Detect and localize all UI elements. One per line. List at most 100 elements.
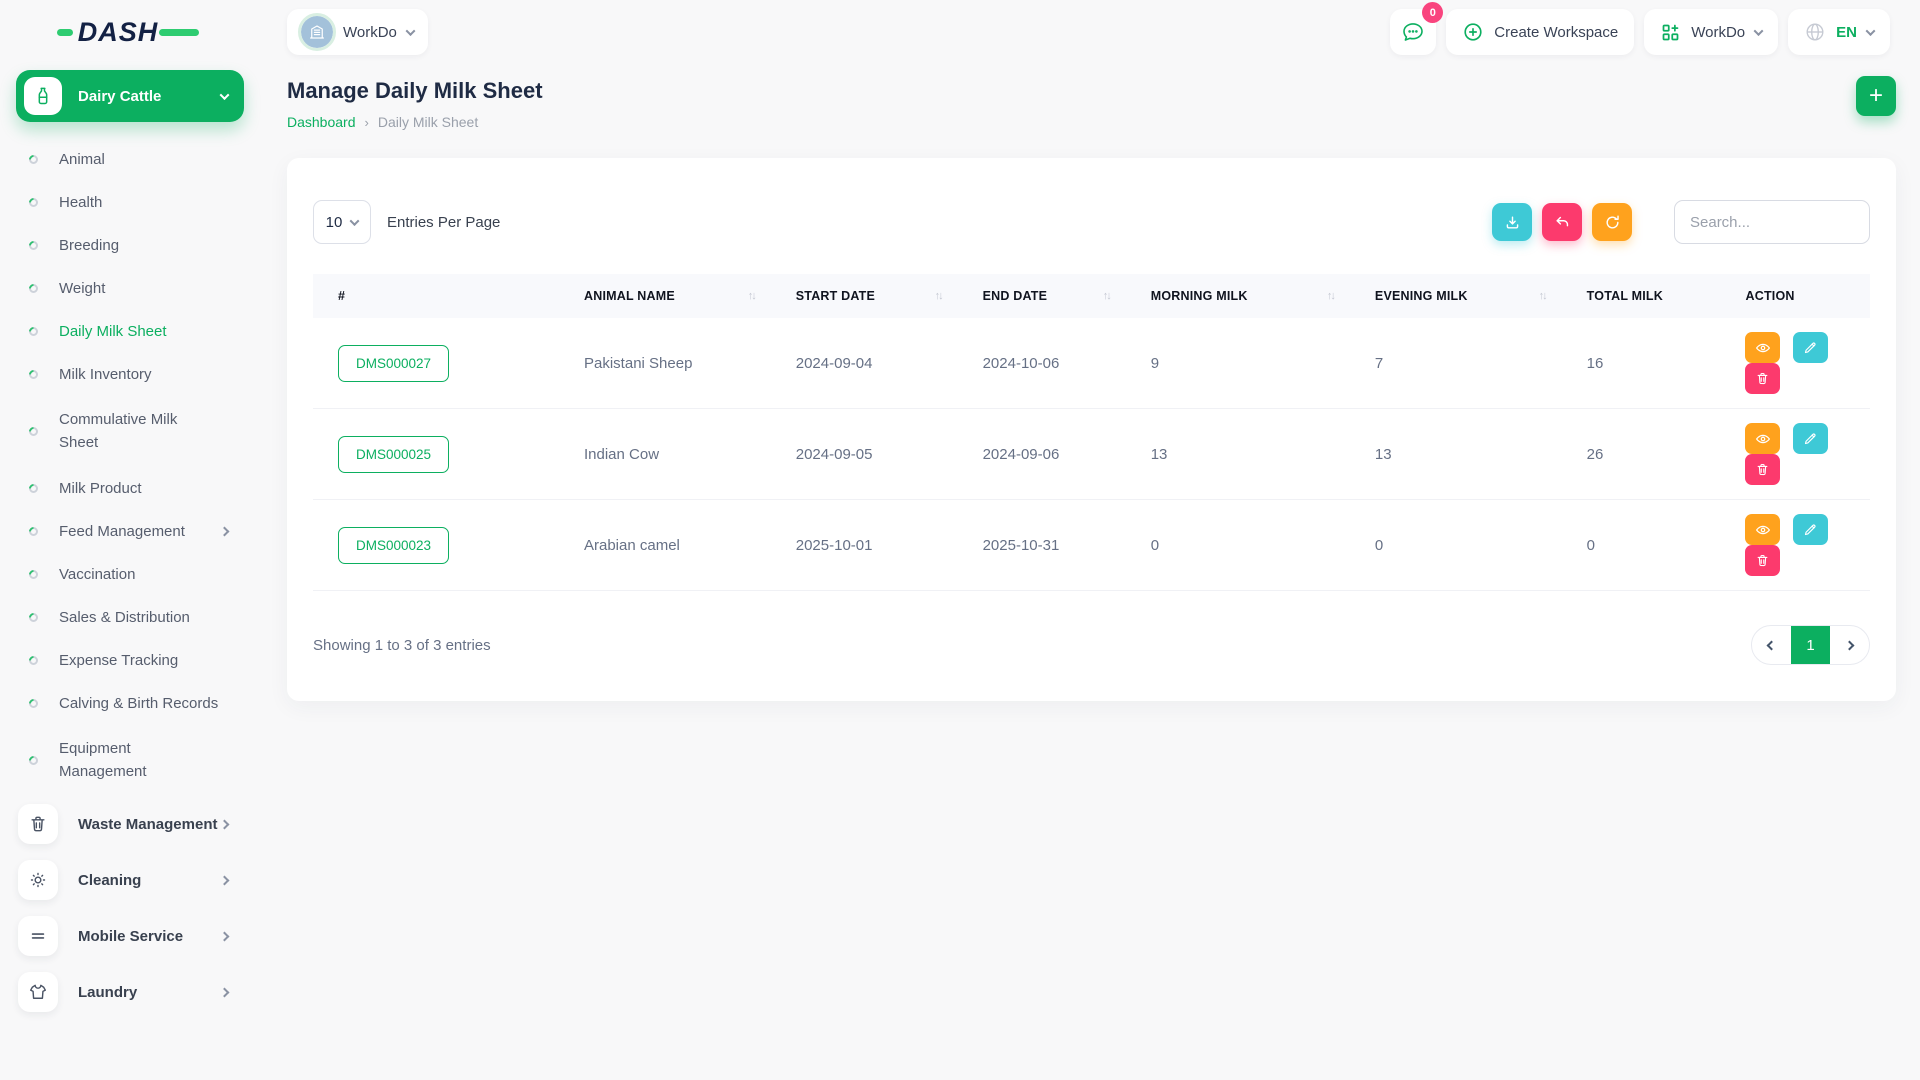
- breadcrumb-current: Daily Milk Sheet: [378, 114, 478, 130]
- cell-start-date: 2024-09-05: [771, 409, 958, 500]
- download-icon: [1504, 214, 1521, 231]
- sidebar-module-laundry[interactable]: Laundry: [16, 964, 244, 1020]
- sidebar-item-animal[interactable]: Animal: [16, 138, 244, 181]
- sidebar-item-health[interactable]: Health: [16, 181, 244, 224]
- eye-icon: [1755, 340, 1771, 356]
- record-id-badge[interactable]: DMS000027: [338, 345, 449, 382]
- bullet-icon: [27, 611, 40, 624]
- sidebar-item-breeding[interactable]: Breeding: [16, 224, 244, 267]
- trash-icon: [1755, 371, 1770, 386]
- edit-button[interactable]: [1793, 423, 1828, 454]
- globe-icon: [1804, 21, 1826, 43]
- sort-icon[interactable]: ↑↓: [1327, 290, 1334, 302]
- delete-button[interactable]: [1745, 454, 1780, 485]
- bullet-icon: [27, 568, 40, 581]
- create-workspace-button[interactable]: Create Workspace: [1446, 9, 1634, 55]
- refresh-icon: [1604, 214, 1621, 231]
- messages-count-badge: 0: [1422, 2, 1443, 23]
- record-id-badge[interactable]: DMS000025: [338, 436, 449, 473]
- chevron-right-icon: [220, 527, 230, 537]
- sidebar-module-cleaning[interactable]: Cleaning: [16, 852, 244, 908]
- workspace-menu-dropdown[interactable]: WorkDo: [1644, 9, 1778, 55]
- cell-evening-milk: 0: [1350, 500, 1562, 591]
- bullet-icon: [27, 654, 40, 667]
- sidebar-item-sales-distribution[interactable]: Sales & Distribution: [16, 596, 244, 639]
- pagination-prev-button[interactable]: [1752, 626, 1791, 664]
- chevron-left-icon: [1767, 640, 1777, 650]
- sort-icon[interactable]: ↑↓: [1539, 290, 1546, 302]
- cell-record-id: DMS000027: [313, 318, 559, 409]
- col-header-total-milk: TOTAL MILK: [1562, 274, 1721, 318]
- chevron-down-icon: [1754, 26, 1764, 36]
- sidebar-module-mobile-service[interactable]: Mobile Service: [16, 908, 244, 964]
- sort-icon[interactable]: ↑↓: [935, 290, 942, 302]
- chat-bubble-icon: [1401, 20, 1425, 44]
- search-input[interactable]: [1674, 200, 1870, 244]
- sidebar-module-waste-management[interactable]: Waste Management: [16, 796, 244, 852]
- delete-button[interactable]: [1745, 363, 1780, 394]
- bullet-icon: [27, 325, 40, 338]
- workspace-selector[interactable]: WorkDo: [287, 9, 428, 55]
- record-id-badge[interactable]: DMS000023: [338, 527, 449, 564]
- cell-morning-milk: 0: [1126, 500, 1350, 591]
- view-button[interactable]: [1745, 514, 1780, 545]
- language-code: EN: [1836, 24, 1857, 41]
- cell-total-milk: 16: [1562, 318, 1721, 409]
- workspace-avatar: [301, 16, 333, 48]
- sidebar-item-commulative-milk-sheet[interactable]: Commulative Milk Sheet: [16, 396, 244, 467]
- sidebar-item-milk-inventory[interactable]: Milk Inventory: [16, 353, 244, 396]
- view-button[interactable]: [1745, 332, 1780, 363]
- top-bar: DASH WorkDo 0: [0, 0, 1920, 64]
- table-header-row: # ANIMAL NAME↑↓ START DATE↑↓ END DATE↑↓ …: [313, 274, 1870, 318]
- col-header-evening-milk[interactable]: EVENING MILK↑↓: [1350, 274, 1562, 318]
- sort-icon[interactable]: ↑↓: [1103, 290, 1110, 302]
- col-header-animal-name[interactable]: ANIMAL NAME↑↓: [559, 274, 771, 318]
- dash-logo[interactable]: DASH: [57, 17, 200, 48]
- sidebar-item-equipment-management[interactable]: Equipment Management: [16, 725, 244, 796]
- sidebar: Dairy Cattle Animal Health Breeding Weig…: [16, 70, 244, 1080]
- bullet-icon: [27, 525, 40, 538]
- sidebar-item-feed-management[interactable]: Feed Management: [16, 510, 244, 553]
- sort-icon[interactable]: ↑↓: [748, 290, 755, 302]
- undo-button[interactable]: [1542, 203, 1582, 241]
- logo-dash-accent: [57, 29, 73, 36]
- col-header-end-date[interactable]: END DATE↑↓: [958, 274, 1126, 318]
- table-row: DMS000025 Indian Cow 2024-09-05 2024-09-…: [313, 409, 1870, 500]
- bullet-icon: [27, 425, 40, 438]
- cell-actions: [1720, 318, 1870, 409]
- bullet-icon: [27, 697, 40, 710]
- chevron-down-icon: [1866, 26, 1876, 36]
- view-button[interactable]: [1745, 423, 1780, 454]
- col-header-morning-milk[interactable]: MORNING MILK↑↓: [1126, 274, 1350, 318]
- edit-button[interactable]: [1793, 514, 1828, 545]
- undo-arrow-icon: [1554, 214, 1571, 231]
- pagination-page-1[interactable]: 1: [1791, 626, 1830, 664]
- add-record-button[interactable]: +: [1856, 76, 1896, 116]
- cell-actions: [1720, 409, 1870, 500]
- building-icon: [308, 23, 326, 41]
- language-selector[interactable]: EN: [1788, 9, 1890, 55]
- pagination-next-button[interactable]: [1830, 626, 1869, 664]
- delete-button[interactable]: [1745, 545, 1780, 576]
- pencil-icon: [1803, 522, 1818, 537]
- pencil-icon: [1803, 340, 1818, 355]
- breadcrumb-dashboard-link[interactable]: Dashboard: [287, 114, 356, 130]
- sidebar-item-calving-birth-records[interactable]: Calving & Birth Records: [16, 682, 244, 725]
- milk-sheet-card: 10 Entries Per Page: [287, 158, 1896, 701]
- chevron-down-icon: [220, 90, 230, 100]
- sidebar-item-vaccination[interactable]: Vaccination: [16, 553, 244, 596]
- sidebar-item-daily-milk-sheet[interactable]: Daily Milk Sheet: [16, 310, 244, 353]
- sidebar-item-expense-tracking[interactable]: Expense Tracking: [16, 639, 244, 682]
- sidebar-item-milk-product[interactable]: Milk Product: [16, 467, 244, 510]
- entries-per-page-select[interactable]: 10: [313, 200, 371, 244]
- logo-text: DASH: [78, 17, 159, 48]
- export-download-button[interactable]: [1492, 203, 1532, 241]
- col-header-start-date[interactable]: START DATE↑↓: [771, 274, 958, 318]
- plus-circle-icon: [1462, 21, 1484, 43]
- edit-button[interactable]: [1793, 332, 1828, 363]
- sidebar-module-dairy-cattle[interactable]: Dairy Cattle: [16, 70, 244, 122]
- sidebar-item-weight[interactable]: Weight: [16, 267, 244, 310]
- refresh-button[interactable]: [1592, 203, 1632, 241]
- chevron-right-icon: [1845, 640, 1855, 650]
- messages-button[interactable]: 0: [1390, 9, 1436, 55]
